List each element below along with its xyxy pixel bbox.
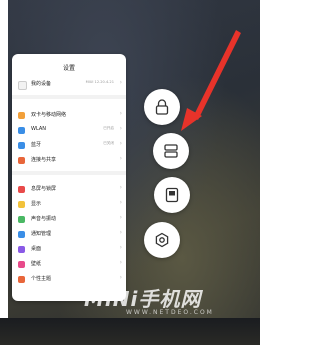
- watermark-url: WWW.NETDEO.COM: [126, 309, 214, 316]
- screen-bottom-border: [0, 318, 260, 345]
- recents-screen: 设置 我的设备 MIUI 12.20.4.21 › 双卡与移动网络 › WLAN…: [0, 0, 260, 345]
- watermark-logo: MiNi手机网: [84, 287, 202, 311]
